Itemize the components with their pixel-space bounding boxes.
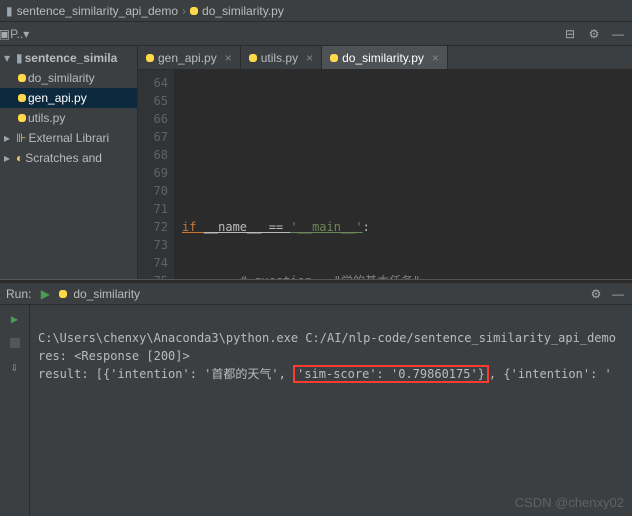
- python-file-icon: [330, 54, 338, 62]
- project-tree[interactable]: ▾ ▮ sentence_simila do_similarity gen_ap…: [0, 46, 138, 279]
- editor-tab[interactable]: gen_api.py ×: [138, 46, 241, 69]
- tree-item-file[interactable]: do_similarity: [0, 68, 137, 88]
- console-line: result: [{'intention': '首都的天气', 'sim-sco…: [38, 365, 612, 383]
- run-label: Run:: [6, 287, 31, 301]
- hide-icon[interactable]: —: [610, 286, 626, 302]
- code-editor[interactable]: 64 65 ▶66 67 68 69 70 71 72 73 74 75 76 …: [138, 70, 632, 279]
- tree-item-label: Scratches and: [25, 151, 102, 165]
- tree-item-label: utils.py: [28, 111, 65, 125]
- python-file-icon: [18, 74, 26, 82]
- tree-external-libs[interactable]: ▸ ⊪ External Librari: [0, 128, 137, 148]
- python-file-icon: [59, 290, 67, 298]
- down-button[interactable]: ⇩: [7, 359, 23, 375]
- gear-icon[interactable]: ⚙: [586, 26, 602, 42]
- code-area[interactable]: if __name__ == '__main__': # question = …: [174, 70, 632, 279]
- rerun-button[interactable]: ▶: [7, 311, 23, 327]
- run-console[interactable]: C:\Users\chenxy\Anaconda3\python.exe C:/…: [30, 305, 632, 516]
- editor-tab[interactable]: utils.py ×: [241, 46, 322, 69]
- tree-root[interactable]: ▾ ▮ sentence_simila: [0, 48, 137, 68]
- tree-item-file[interactable]: utils.py: [0, 108, 137, 128]
- close-icon[interactable]: ×: [432, 51, 439, 65]
- tab-label: gen_api.py: [158, 51, 217, 65]
- tab-label: utils.py: [261, 51, 298, 65]
- tab-label: do_similarity.py: [342, 51, 424, 65]
- watermark: CSDN @chenxy02: [515, 494, 624, 512]
- editor-tab[interactable]: do_similarity.py ×: [322, 46, 448, 69]
- run-panel-header: Run: ▶ do_similarity ⚙ —: [0, 283, 632, 305]
- play-icon: ▶: [37, 286, 53, 302]
- tree-item-label: External Librari: [28, 131, 109, 145]
- highlighted-output: 'sim-score': '0.79860175'}: [293, 365, 489, 383]
- chevron-right-icon[interactable]: ▸: [4, 151, 14, 165]
- run-config-name[interactable]: do_similarity: [73, 287, 140, 301]
- collapse-icon[interactable]: ⊟: [562, 26, 578, 42]
- editor-gutter: 64 65 ▶66 67 68 69 70 71 72 73 74 75 76 …: [138, 70, 174, 279]
- tree-item-label: gen_api.py: [28, 91, 87, 105]
- breadcrumb-file[interactable]: do_similarity.py: [202, 4, 284, 18]
- python-file-icon: [146, 54, 154, 62]
- tree-root-label: sentence_simila: [25, 51, 118, 65]
- run-toolbar: ▶ ⇩: [0, 305, 30, 516]
- console-line: C:\Users\chenxy\Anaconda3\python.exe C:/…: [38, 331, 616, 345]
- stop-button[interactable]: [7, 335, 23, 351]
- chevron-right-icon[interactable]: ▸: [4, 131, 14, 145]
- chevron-down-icon[interactable]: ▾: [4, 51, 14, 65]
- project-dropdown[interactable]: ▣ P..▾: [6, 26, 22, 42]
- project-toolbar: ▣ P..▾ ⊟ ⚙ —: [0, 22, 632, 46]
- folder-icon: ▮: [16, 51, 23, 65]
- python-file-icon: [18, 94, 26, 102]
- python-file-icon: [249, 54, 257, 62]
- breadcrumb-folder[interactable]: sentence_similarity_api_demo: [17, 4, 178, 18]
- python-file-icon: [190, 7, 198, 15]
- breadcrumb: ▮ sentence_similarity_api_demo › do_simi…: [0, 0, 632, 22]
- editor-tabs: gen_api.py × utils.py × do_similarity.py ×: [138, 46, 632, 70]
- library-icon: ⊪: [16, 131, 26, 145]
- tree-item-file[interactable]: gen_api.py: [0, 88, 137, 108]
- close-icon[interactable]: ×: [225, 51, 232, 65]
- chevron-right-icon: ›: [182, 4, 186, 18]
- console-line: res: <Response [200]>: [38, 349, 190, 363]
- scratch-icon: ◐: [16, 151, 23, 165]
- close-icon[interactable]: ×: [306, 51, 313, 65]
- gear-icon[interactable]: ⚙: [588, 286, 604, 302]
- hide-icon[interactable]: —: [610, 26, 626, 42]
- folder-icon: ▮: [6, 4, 13, 18]
- tree-item-label: do_similarity: [28, 71, 95, 85]
- tree-scratches[interactable]: ▸ ◐ Scratches and: [0, 148, 137, 168]
- python-file-icon: [18, 114, 26, 122]
